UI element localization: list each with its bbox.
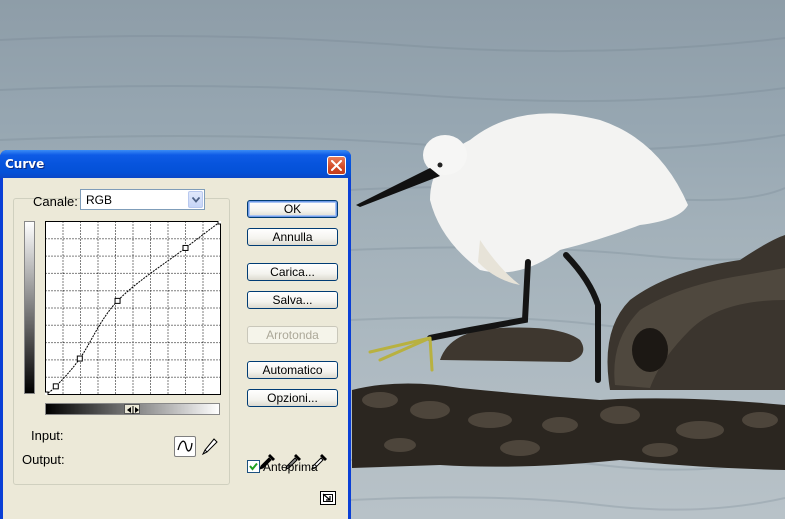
curve-control-point[interactable] [114,297,121,304]
output-gradient-bar [24,221,35,394]
input-label: Input: [31,428,64,443]
smooth-button: Arrotonda [247,326,338,344]
title-bar[interactable]: Curve [0,150,351,178]
channel-select[interactable]: RGB [80,189,205,210]
checkmark-icon [249,462,258,471]
cancel-button[interactable]: Annulla [247,228,338,246]
ok-button[interactable]: OK [247,200,338,218]
close-icon [331,160,342,171]
save-button[interactable]: Salva... [247,291,338,309]
swap-arrows-icon [127,406,139,414]
preview-checkbox[interactable] [247,460,260,473]
curve-tool-icon [177,440,193,452]
load-button[interactable]: Carica... [247,263,338,281]
dialog-body: Canale: RGB Input: Output: OK Annulla Ca… [3,178,348,519]
options-button[interactable]: Opzioni... [247,389,338,407]
chevron-down-icon [192,197,200,203]
curve-control-point[interactable] [76,355,83,362]
curve-control-point[interactable] [217,221,221,225]
pencil-icon[interactable] [200,436,220,457]
channel-select-value: RGB [86,193,113,207]
dialog-title: Curve [5,157,45,171]
curve-graph[interactable] [45,221,221,395]
channel-label: Canale: [33,194,78,209]
auto-button[interactable]: Automatico [247,361,338,379]
curve-tool-button[interactable] [174,436,196,457]
curve-control-point[interactable] [52,383,59,390]
gradient-direction-toggle[interactable] [124,404,140,414]
curve-control-point[interactable] [45,391,49,395]
curves-dialog: Curve Canale: RGB Input: Output: OK Annu… [0,150,351,519]
channel-dropdown-button[interactable] [188,191,203,208]
close-button[interactable] [327,156,346,175]
preview-label: Anteprima [263,460,318,474]
output-label: Output: [22,452,65,467]
expand-icon[interactable] [320,491,336,505]
curve-control-point[interactable] [182,244,189,251]
